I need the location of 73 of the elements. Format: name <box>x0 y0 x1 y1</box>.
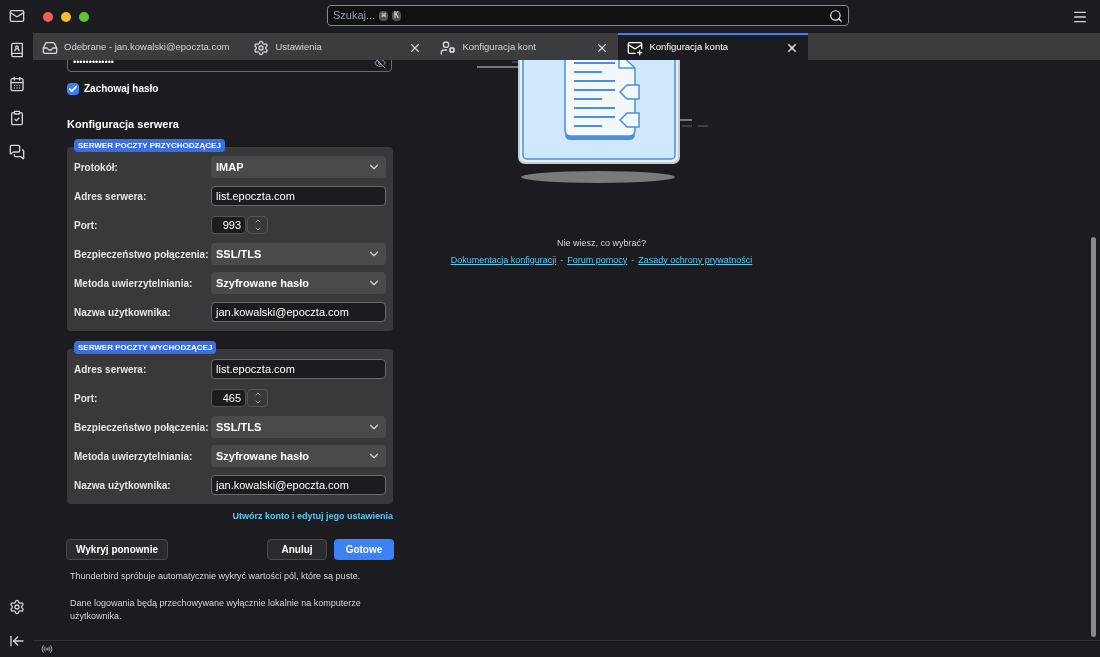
close-window-icon[interactable] <box>43 11 53 22</box>
spin-buttons[interactable] <box>247 216 268 234</box>
link-separator: - <box>631 253 635 267</box>
field-label: Protokół: <box>74 160 119 175</box>
settings-icon[interactable] <box>8 599 25 615</box>
help-question: Nie wiesz, co wybrać? <box>557 237 646 250</box>
tab-label: Ustawienia <box>275 40 322 55</box>
group-badge: SERWER POCZTY WYCHODZĄCEJ <box>74 340 217 354</box>
dropdown[interactable]: IMAP <box>211 156 386 178</box>
collapse-icon[interactable] <box>8 633 25 649</box>
section-title: Konfiguracja serwera <box>67 117 180 132</box>
tab-label: Konfiguracja kont <box>462 40 536 55</box>
field-label: Nazwa użytkownika: <box>74 478 172 493</box>
check-icon <box>68 83 78 94</box>
envelope-icon <box>627 39 644 56</box>
field-label: Nazwa użytkownika: <box>74 305 172 320</box>
field-label: Port: <box>74 218 99 233</box>
tab[interactable]: Konfiguracja konta <box>618 33 809 60</box>
calendar-icon[interactable] <box>8 76 25 92</box>
input-field[interactable]: list.epoczta.com <box>211 186 386 206</box>
done-button[interactable]: Gotowe <box>334 539 394 560</box>
settings-icon <box>253 39 270 56</box>
info-text: Dane logowania będą przechowywane wyłącznie lokalnie na komputerze użytkownika. <box>70 597 362 623</box>
input-field[interactable]: list.epoczta.com <box>211 359 386 379</box>
field-label: Metoda uwierzytelniania: <box>74 276 194 291</box>
help-link[interactable]: Forum pomocy <box>567 253 628 267</box>
field-label: Bezpieczeństwo połączenia: <box>74 247 210 262</box>
signal-icon[interactable] <box>41 643 53 655</box>
tab[interactable]: Ustawienia <box>244 33 432 60</box>
inbox-icon <box>42 39 58 56</box>
field-label: Bezpieczeństwo połączenia: <box>74 420 210 435</box>
input-field[interactable]: jan.kowalski@epoczta.com <box>211 302 386 322</box>
checkbox[interactable] <box>67 82 79 95</box>
maximize-window-icon[interactable] <box>79 11 89 22</box>
info-text: Thunderbird spróbuje automatycznie wykryć wartości pól, które są puste. <box>70 570 362 583</box>
dropdown[interactable]: SSL/TLS <box>211 416 386 438</box>
password-field[interactable]: ••••••••••••• <box>67 60 392 72</box>
scrollbar-thumb[interactable] <box>1091 237 1096 637</box>
address-book-icon[interactable] <box>8 42 25 58</box>
dropdown[interactable]: Szyfrowane hasło <box>211 445 386 467</box>
search-field[interactable]: Szukaj... ⌘ K <box>327 5 849 26</box>
checkbox-label: Zachowaj hasło <box>84 82 159 96</box>
dropdown[interactable]: SSL/TLS <box>211 243 386 265</box>
search-icon[interactable] <box>829 8 843 23</box>
help-link[interactable]: Zasady ochrony prywatności <box>638 253 753 267</box>
field-label: Port: <box>74 391 99 406</box>
dropdown[interactable]: Szyfrowane hasło <box>211 272 386 294</box>
port-field[interactable]: 993 <box>211 216 246 234</box>
tab[interactable]: Konfiguracja kont <box>431 33 619 60</box>
spin-buttons[interactable] <box>247 389 268 407</box>
hide-password-icon[interactable] <box>374 60 386 69</box>
retest-button[interactable]: Wykryj ponownie <box>66 539 169 560</box>
tasks-icon[interactable] <box>8 110 25 126</box>
tab-label: Konfiguracja konta <box>649 40 729 55</box>
input-field[interactable]: jan.kowalski@epoczta.com <box>211 475 386 495</box>
field-label: Metoda uwierzytelniania: <box>74 449 194 464</box>
chat-icon[interactable] <box>8 144 25 160</box>
user-gear-icon <box>440 39 457 56</box>
cancel-button[interactable]: Anuluj <box>267 539 327 560</box>
tab-label: Odebrane - jan.kowalski@epoczta.com <box>64 40 230 55</box>
link-separator: - <box>560 253 564 267</box>
port-field[interactable]: 465 <box>211 389 246 407</box>
advanced-config-link[interactable]: Utwórz konto i edytuj jego ustawienia <box>232 509 393 523</box>
key-cap: K <box>392 10 401 21</box>
help-link[interactable]: Dokumentacja konfiguracji <box>450 253 557 267</box>
mail-icon[interactable] <box>8 8 25 24</box>
group-badge: SERWER POCZTY PRZYCHODZĄCEJ <box>74 138 225 152</box>
field-label: Adres serwera: <box>74 189 148 204</box>
tab[interactable]: Odebrane - jan.kowalski@epoczta.com <box>33 33 245 60</box>
minimize-window-icon[interactable] <box>61 11 71 22</box>
menu-icon[interactable] <box>1072 9 1088 25</box>
field-label: Adres serwera: <box>74 362 148 377</box>
key-cap: ⌘ <box>379 10 388 21</box>
